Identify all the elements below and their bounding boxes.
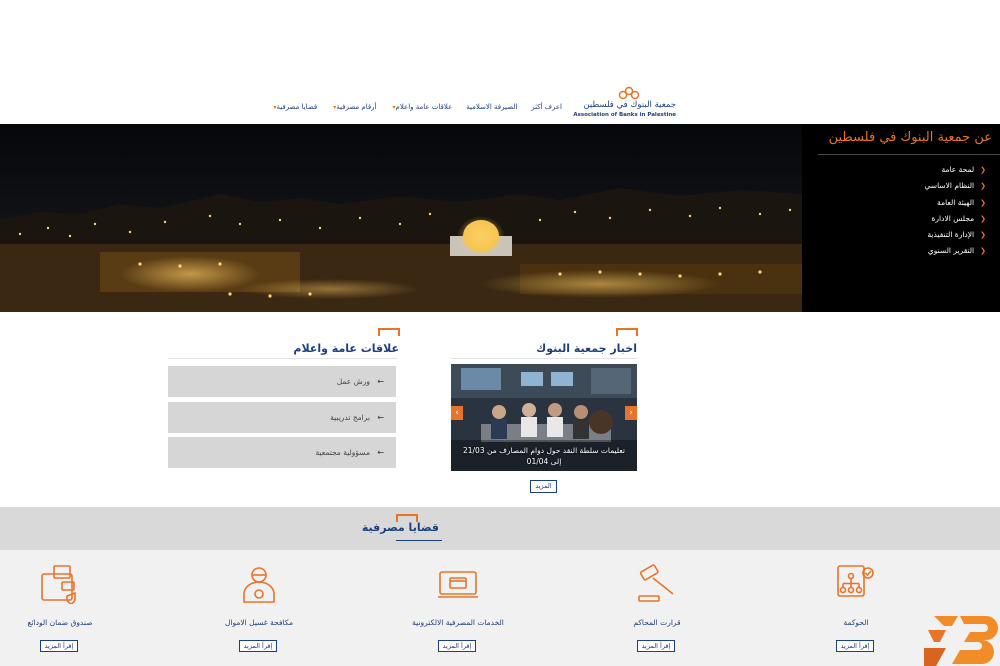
chevron-left-icon: ❮ [980, 182, 986, 191]
main-nav: قضايا مصرفية▾ أرقام مصرفية▾ علاقات عامة … [271, 103, 562, 111]
arrow-left-icon: ← [377, 413, 384, 422]
issue-card-e-banking[interactable]: الخدمات المصرفية الالكترونية إقرأ المزيد [398, 560, 518, 660]
nav-banking-issues[interactable]: قضايا مصرفية▾ [271, 103, 317, 111]
logo-english-text: Association of Banks in Palestine [573, 112, 676, 118]
about-item-board[interactable]: ❮مجلس الادارة [925, 211, 987, 227]
issue-label: قرارت المحاكم [633, 618, 681, 627]
site-logo[interactable]: جمعية البنوك في فلسطين Association of Ba… [573, 86, 678, 124]
nav-learn-more[interactable]: اعرف أكثر [531, 103, 562, 111]
section-accent-mark [616, 328, 638, 336]
news-title: اخبار جمعية البنوك [536, 342, 637, 355]
news-prev-button[interactable]: ‹ [451, 406, 463, 420]
hero-banner: عن جمعية البنوك في فلسطين ❮لمحة عامة ❮ال… [0, 124, 1000, 312]
governance-icon [837, 565, 874, 597]
gavel-icon [638, 564, 674, 602]
deposit-insurance-icon [41, 565, 76, 604]
about-divider [818, 154, 1000, 155]
news-slider[interactable]: ‹ › تعليمات سلطة النقد حول دوام المصارف … [451, 364, 637, 471]
pr-title: علاقات عامة واعلام [293, 342, 399, 355]
read-more-button[interactable]: إقرأ المزيد [836, 640, 874, 652]
arrow-left-icon: ← [377, 377, 384, 386]
chevron-left-icon: ❮ [980, 214, 986, 223]
about-item-executive[interactable]: ❮الإدارة التنفيذية [925, 227, 986, 243]
issue-card-deposit-insurance[interactable]: صندوق ضمان الودائع إقرأ المزيد [0, 560, 120, 660]
issues-title-underline [396, 540, 442, 541]
about-item-annual-report[interactable]: ❮التقرير السنوي [925, 243, 986, 259]
issue-label: مكافحة غسيل الاموال [224, 618, 293, 627]
issue-card-aml[interactable]: مكافحة غسيل الاموال إقرأ المزيد [199, 560, 319, 660]
issue-label: صندوق ضمان الودائع [27, 618, 93, 627]
logo-mark-icon [618, 86, 640, 100]
issues-title: قضايا مصرفية [361, 521, 439, 534]
logo-arabic-text: جمعية البنوك في فلسطين [583, 100, 676, 110]
read-more-button[interactable]: إقرأ المزيد [637, 640, 675, 652]
pr-item-csr[interactable]: ← مسؤولية مجتمعية [168, 437, 396, 468]
about-panel: عن جمعية البنوك في فلسطين ❮لمحة عامة ❮ال… [806, 124, 1000, 312]
news-more-button[interactable]: المزيد [530, 480, 557, 493]
read-more-button[interactable]: إقرأ المزيد [438, 640, 476, 652]
news-caption[interactable]: تعليمات سلطة النقد حول دوام المصارف من 2… [451, 445, 637, 467]
jerusalem-night-photo [0, 124, 802, 312]
issue-label: الحوكمة [843, 618, 869, 627]
anti-money-laundering-icon [243, 567, 275, 603]
read-more-button[interactable]: إقرأ المزيد [40, 640, 78, 652]
about-item-general-assembly[interactable]: ❮الهيئة العامة [925, 195, 986, 211]
nav-public-relations[interactable]: علاقات عامة واعلام▾ [391, 103, 453, 111]
chevron-left-icon: ❮ [980, 231, 986, 240]
read-more-button[interactable]: إقرأ المزيد [239, 640, 277, 652]
arrow-left-icon: ← [377, 448, 384, 457]
about-menu: ❮لمحة عامة ❮النظام الاساسي ❮الهيئة العام… [925, 162, 986, 260]
e-banking-icon [438, 571, 478, 598]
issue-card-governance[interactable]: الحوكمة إقرأ المزيد [796, 560, 916, 660]
nav-banking-figures[interactable]: أرقام مصرفية▾ [331, 103, 376, 111]
news-next-button[interactable]: › [625, 406, 637, 420]
chevron-left-icon: ❮ [980, 198, 986, 207]
nav-islamic-banking[interactable]: الصيرفة الاسلامية [466, 103, 517, 111]
about-item-overview[interactable]: ❮لمحة عامة [925, 162, 986, 178]
chevron-left-icon: ❮ [980, 247, 986, 256]
chevron-left-icon: ❮ [980, 166, 986, 174]
corner-brand-badge [924, 616, 998, 666]
pr-item-workshops[interactable]: ← ورش عمل [168, 366, 396, 397]
pr-title-underline [168, 358, 398, 359]
about-title: عن جمعية البنوك في فلسطين [828, 130, 992, 145]
section-accent-mark [378, 328, 400, 336]
pr-item-training[interactable]: ← برامج تدريبية [168, 402, 396, 433]
news-title-underline [451, 358, 637, 359]
about-item-bylaws[interactable]: ❮النظام الاساسي [925, 178, 986, 194]
issues-header-bar [0, 507, 1000, 550]
issue-card-court-rulings[interactable]: قرارت المحاكم إقرأ المزيد [597, 560, 717, 660]
issue-label: الخدمات المصرفية الالكترونية [412, 618, 504, 627]
